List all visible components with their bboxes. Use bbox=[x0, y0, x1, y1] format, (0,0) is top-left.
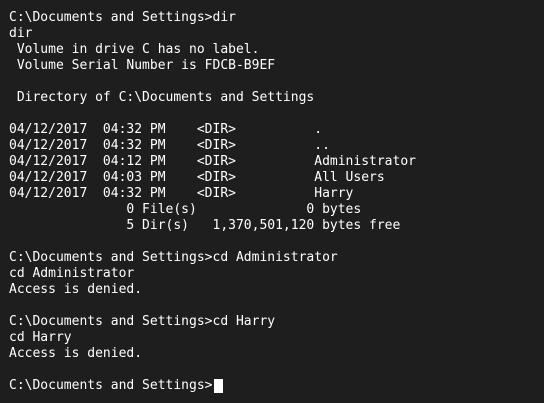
terminal-window[interactable]: C:\Documents and Settings>dir dir Volume… bbox=[0, 0, 544, 403]
terminal-line: 04/12/2017 04:32 PM <DIR> Harry bbox=[9, 186, 354, 201]
terminal-line: 5 Dir(s) 1,370,501,120 bytes free bbox=[9, 218, 401, 233]
terminal-line: Access is denied. bbox=[9, 282, 143, 297]
terminal-line: Directory of C:\Documents and Settings bbox=[9, 90, 315, 105]
terminal-line: Volume Serial Number is FDCB-B9EF bbox=[9, 58, 276, 73]
terminal-line: cd Harry bbox=[9, 330, 72, 345]
terminal-line: 04/12/2017 04:32 PM <DIR> .. bbox=[9, 138, 330, 153]
terminal-line: cd Administrator bbox=[9, 266, 135, 281]
terminal-line: 04/12/2017 04:32 PM <DIR> . bbox=[9, 122, 323, 137]
text-cursor bbox=[213, 379, 223, 393]
terminal-line: Volume in drive C has no label. bbox=[9, 42, 260, 57]
terminal-line: C:\Documents and Settings>cd Harry bbox=[9, 314, 276, 329]
command-prompt: C:\Documents and Settings> bbox=[9, 378, 213, 393]
terminal-line: 04/12/2017 04:12 PM <DIR> Administrator bbox=[9, 154, 416, 169]
command-input-line[interactable]: C:\Documents and Settings> bbox=[9, 378, 544, 394]
terminal-line: C:\Documents and Settings>dir bbox=[9, 10, 236, 25]
terminal-line: 0 File(s) 0 bytes bbox=[9, 202, 362, 217]
terminal-line: 04/12/2017 04:03 PM <DIR> All Users bbox=[9, 170, 385, 185]
terminal-line: dir bbox=[9, 26, 33, 41]
terminal-line: C:\Documents and Settings>cd Administrat… bbox=[9, 250, 338, 265]
terminal-line: Access is denied. bbox=[9, 346, 143, 361]
